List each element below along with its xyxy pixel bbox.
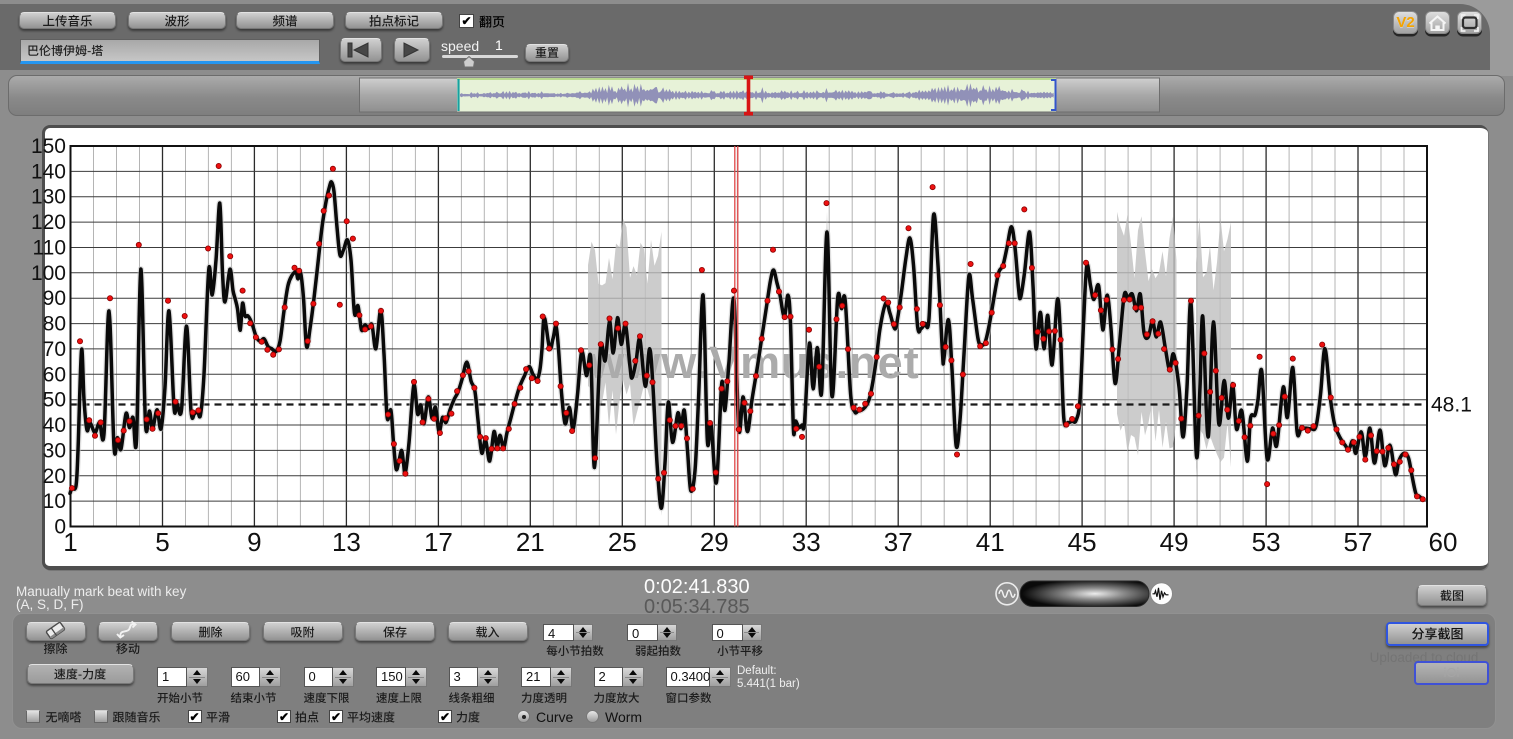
svg-text:20: 20 xyxy=(43,465,66,488)
svg-text:140: 140 xyxy=(31,160,66,183)
svg-text:29: 29 xyxy=(700,527,729,557)
svg-text:150: 150 xyxy=(31,135,66,158)
svg-text:5: 5 xyxy=(155,527,169,557)
svg-text:48.1: 48.1 xyxy=(1431,394,1472,417)
svg-text:45: 45 xyxy=(1068,527,1097,557)
svg-text:33: 33 xyxy=(792,527,821,557)
svg-text:9: 9 xyxy=(247,527,261,557)
svg-text:60: 60 xyxy=(1429,527,1458,557)
svg-text:90: 90 xyxy=(43,287,66,310)
svg-text:17: 17 xyxy=(424,527,453,557)
svg-text:53: 53 xyxy=(1252,527,1281,557)
svg-text:40: 40 xyxy=(43,414,66,437)
svg-text:13: 13 xyxy=(332,527,361,557)
svg-text:57: 57 xyxy=(1344,527,1373,557)
svg-text:60: 60 xyxy=(43,363,66,386)
svg-text:130: 130 xyxy=(31,186,66,209)
svg-text:100: 100 xyxy=(31,262,66,285)
svg-text:50: 50 xyxy=(43,389,66,412)
svg-text:110: 110 xyxy=(33,237,66,260)
svg-text:10: 10 xyxy=(43,490,66,513)
svg-text:1: 1 xyxy=(63,527,77,557)
svg-text:37: 37 xyxy=(884,527,913,557)
svg-text:70: 70 xyxy=(43,338,66,361)
svg-text:30: 30 xyxy=(43,439,66,462)
svg-text:80: 80 xyxy=(43,313,66,336)
svg-text:49: 49 xyxy=(1160,527,1189,557)
svg-text:25: 25 xyxy=(608,527,637,557)
svg-text:41: 41 xyxy=(976,527,1005,557)
svg-text:21: 21 xyxy=(516,527,545,557)
svg-text:120: 120 xyxy=(31,211,66,234)
